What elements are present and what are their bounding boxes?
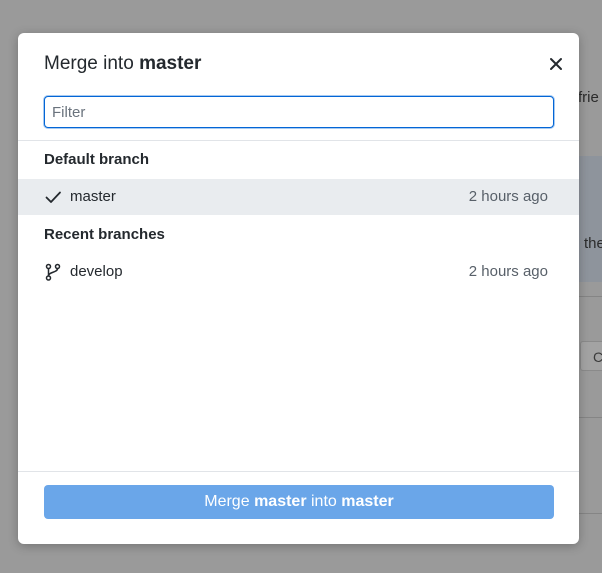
git-branch-icon — [44, 263, 62, 281]
close-button[interactable] — [547, 55, 565, 73]
close-icon — [550, 58, 562, 70]
branch-item-master[interactable]: master 2 hours ago — [18, 179, 579, 215]
branch-time: 2 hours ago — [468, 263, 548, 280]
merge-button[interactable]: Merge master into master — [44, 485, 554, 519]
branch-time: 2 hours ago — [468, 188, 548, 205]
divider — [18, 140, 579, 141]
background-divider — [578, 513, 602, 514]
background-input-fragment: C — [580, 341, 602, 371]
merge-button-word-merge: Merge — [204, 493, 250, 510]
dialog-title-branch: master — [139, 53, 202, 74]
merge-button-target: master — [341, 493, 394, 510]
background-divider — [578, 296, 602, 297]
background-divider — [578, 417, 602, 418]
default-branch-header: Default branch — [44, 151, 150, 168]
dialog-title: Merge into master — [44, 53, 201, 75]
background-text-fragment: the — [584, 235, 602, 252]
footer-divider — [18, 471, 579, 472]
filter-field — [44, 96, 554, 128]
check-icon — [44, 188, 62, 206]
branch-item-develop[interactable]: develop 2 hours ago — [18, 254, 579, 290]
merge-button-source: master — [254, 493, 307, 510]
recent-branches-header: Recent branches — [44, 226, 165, 243]
merge-dialog: Merge into master Default branch master … — [18, 33, 579, 544]
dialog-title-prefix: Merge into — [44, 53, 134, 74]
background-panel — [578, 156, 602, 282]
branch-name: master — [70, 188, 116, 205]
branch-name: develop — [70, 263, 123, 280]
merge-button-word-into: into — [311, 493, 337, 510]
background-text-fragment: frie — [578, 89, 599, 106]
filter-input[interactable] — [44, 96, 554, 128]
